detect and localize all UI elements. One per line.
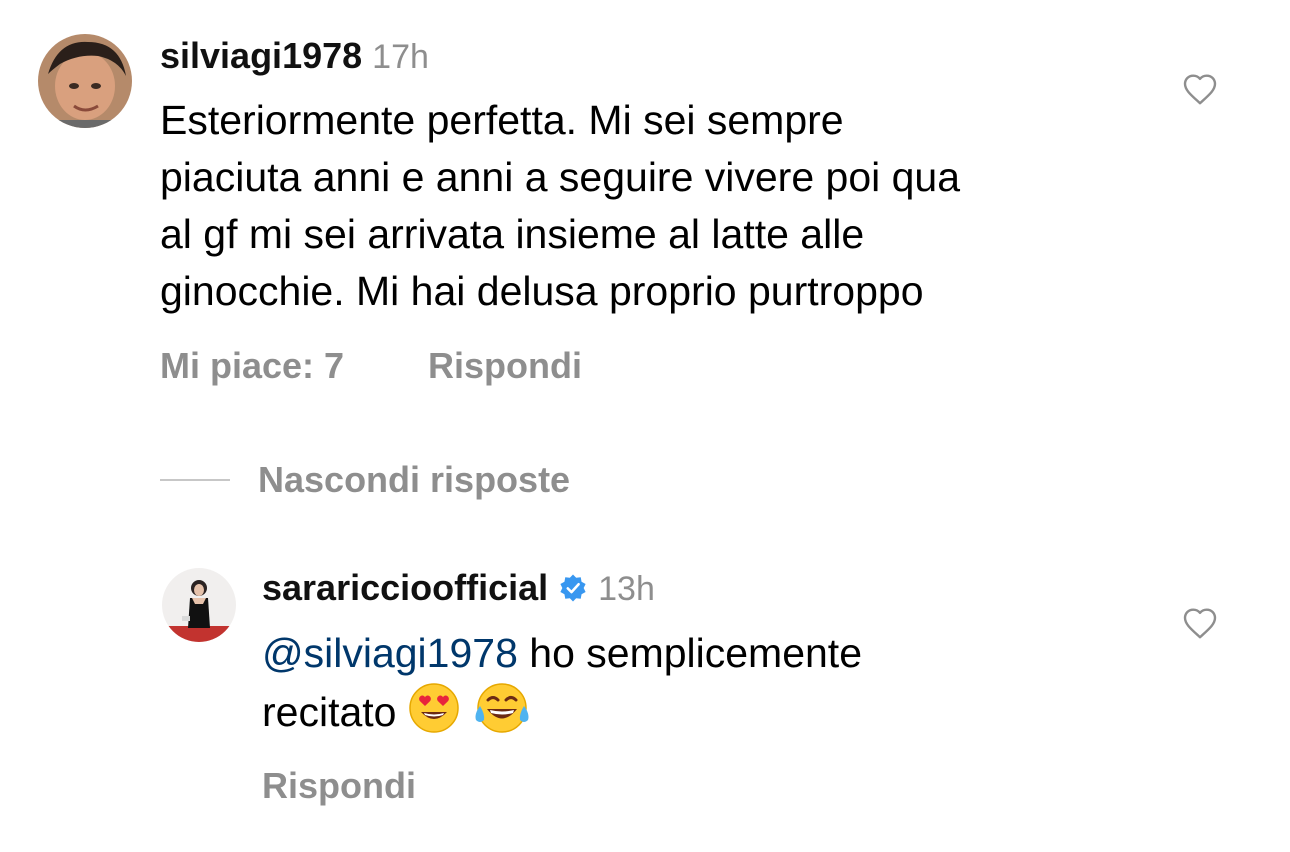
heart-outline-icon[interactable] xyxy=(1182,606,1218,640)
reply-text-line: @silviagi1978 ho semplicemente xyxy=(262,625,1162,682)
reply-header: sarariccioofficial 13h xyxy=(262,566,655,610)
comment-text-line: al gf mi sei arrivata insieme al latte a… xyxy=(160,211,865,257)
hide-replies-button[interactable]: Nascondi risposte xyxy=(258,458,570,502)
reply-username[interactable]: sarariccioofficial xyxy=(262,567,548,608)
heart-outline-icon[interactable] xyxy=(1182,72,1218,106)
reply-button[interactable]: Rispondi xyxy=(262,764,416,808)
likes-count-link[interactable]: Mi piace: 7 xyxy=(160,344,344,388)
avatar[interactable] xyxy=(38,34,132,128)
tears-of-joy-emoji xyxy=(472,682,532,749)
comment-text: Esteriormente perfetta. Mi sei sempre pi… xyxy=(160,92,1160,320)
reply-button[interactable]: Rispondi xyxy=(428,344,582,388)
reply-text-fragment: ho semplicemente xyxy=(517,630,862,676)
replies-divider xyxy=(160,479,230,481)
verified-badge-icon xyxy=(558,573,588,621)
comment-time: 17h xyxy=(372,38,429,76)
comment-text-line: ginocchie. Mi hai delusa proprio purtrop… xyxy=(160,268,924,314)
reply-text: @silviagi1978 ho semplicemente recitato xyxy=(262,625,1162,749)
reply-text-fragment: recitato xyxy=(262,689,397,735)
comment-text-line: Esteriormente perfetta. Mi sei sempre xyxy=(160,97,844,143)
comment-text-line: piaciuta anni e anni a seguire vivere po… xyxy=(160,154,961,200)
comment-username[interactable]: silviagi1978 xyxy=(160,35,362,76)
heart-eyes-emoji xyxy=(408,682,460,749)
comment-header: silviagi1978 17h xyxy=(160,34,429,78)
reply-time: 13h xyxy=(598,570,655,608)
mention-link[interactable]: @silviagi1978 xyxy=(262,630,518,676)
reply-text-line: recitato xyxy=(262,682,1162,749)
avatar[interactable] xyxy=(162,568,236,642)
